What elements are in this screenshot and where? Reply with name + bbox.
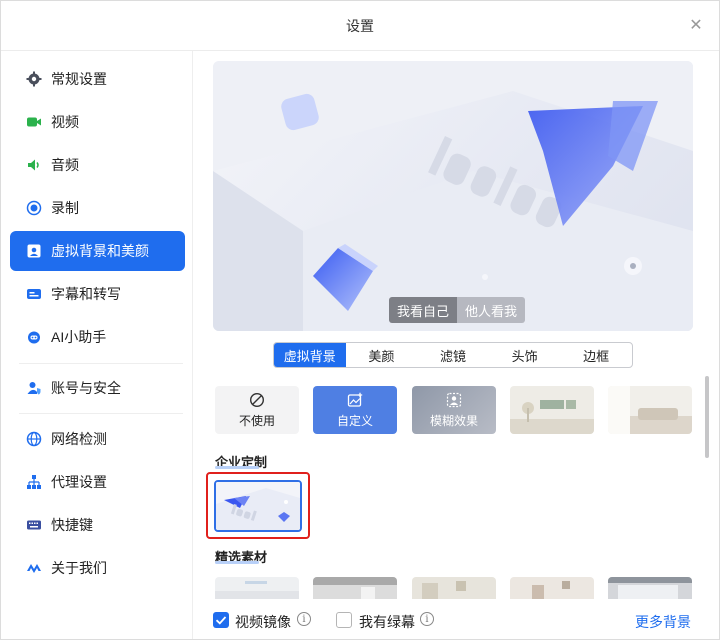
sidebar-item-shortcuts[interactable]: 快捷键 [10, 505, 185, 545]
sidebar-item-label: 音频 [51, 157, 79, 173]
background-blur-option[interactable]: 模糊效果 [412, 386, 496, 434]
enterprise-background-thumbnail[interactable] [214, 480, 302, 532]
section-underline [215, 561, 259, 564]
preview-view-toggle: 我看自己 他人看我 [389, 297, 526, 323]
sidebar-item-label: 网络检测 [51, 431, 107, 447]
background-thumbnail-room-1[interactable] [510, 386, 594, 434]
tab-frame[interactable]: 边框 [560, 343, 632, 367]
feature-tabs: 虚拟背景 美颜 滤镜 头饰 边框 [273, 342, 633, 368]
portrait-icon [26, 243, 42, 259]
tab-filter[interactable]: 滤镜 [417, 343, 489, 367]
video-preview: 我看自己 他人看我 [213, 61, 693, 331]
sidebar-item-label: 字幕和转写 [51, 286, 121, 302]
tab-virtual-background[interactable]: 虚拟背景 [274, 343, 346, 367]
blur-person-icon [446, 392, 462, 407]
scrollbar[interactable] [705, 376, 709, 458]
green-screen-checkbox[interactable] [336, 612, 352, 628]
sidebar-item-subtitles[interactable]: 字幕和转写 [10, 274, 185, 314]
title-bar: 设置 ✕ [1, 1, 719, 51]
featured-thumbnail[interactable] [608, 577, 692, 599]
sidebar-item-label: 录制 [51, 200, 79, 216]
keyboard-icon [26, 517, 42, 533]
featured-thumbnail[interactable] [510, 577, 594, 599]
more-backgrounds-link[interactable]: 更多背景 [635, 612, 691, 632]
close-icon[interactable]: ✕ [687, 16, 705, 34]
sidebar-divider [19, 413, 183, 414]
option-label: 不使用 [238, 413, 275, 428]
tab-beauty[interactable]: 美颜 [346, 343, 418, 367]
globe-icon [26, 431, 42, 447]
sidebar-item-audio[interactable]: 音频 [10, 145, 185, 185]
sidebar-item-label: 快捷键 [51, 517, 93, 533]
add-image-icon [347, 392, 363, 407]
video-mirror-label: 视频镜像 [235, 614, 291, 630]
sidebar-item-recording[interactable]: 录制 [10, 188, 185, 228]
gear-icon [26, 71, 42, 87]
sidebar-item-proxy[interactable]: 代理设置 [10, 462, 185, 502]
info-icon[interactable]: i [420, 612, 434, 626]
sidebar-item-ai-assistant[interactable]: AI小助手 [10, 317, 185, 357]
sidebar-item-label: 代理设置 [51, 474, 107, 490]
sidebar-item-label: 关于我们 [51, 560, 107, 576]
video-camera-icon [26, 114, 42, 130]
featured-thumbnail[interactable] [313, 577, 397, 599]
green-screen-label: 我有绿幕 [359, 614, 415, 630]
window-title: 设置 [346, 17, 374, 34]
sidebar-item-label: 虚拟背景和美颜 [51, 243, 149, 259]
section-underline [215, 466, 259, 469]
speaker-icon [26, 157, 42, 173]
option-label: 自定义 [336, 413, 373, 428]
prohibited-icon [249, 392, 265, 407]
robot-icon [26, 329, 42, 345]
tab-headwear[interactable]: 头饰 [489, 343, 561, 367]
sidebar-item-account-security[interactable]: 账号与安全 [10, 368, 185, 408]
sidebar-item-network-check[interactable]: 网络检测 [10, 419, 185, 459]
settings-window: 设置 ✕ 常规设置 视频 音频 录制 虚拟背景和美颜 字幕和转写 AI小助手 账… [0, 0, 720, 640]
sidebar-item-label: AI小助手 [51, 329, 107, 345]
video-mirror-checkbox[interactable] [213, 612, 229, 628]
featured-thumbnail[interactable] [215, 577, 299, 599]
subtitle-icon [26, 286, 42, 302]
featured-thumbnail[interactable] [412, 577, 496, 599]
option-label: 模糊效果 [429, 413, 478, 428]
info-icon[interactable]: i [297, 612, 311, 626]
sidebar-item-label: 账号与安全 [51, 380, 121, 396]
sidebar-item-label: 常规设置 [51, 71, 107, 87]
self-view-button[interactable]: 我看自己 [389, 297, 458, 323]
checkmark-icon [215, 616, 227, 625]
sidebar-item-about[interactable]: 关于我们 [10, 548, 185, 588]
logo-icon [26, 560, 42, 576]
network-tree-icon [26, 474, 42, 490]
others-view-button[interactable]: 他人看我 [457, 297, 526, 323]
sidebar-divider [19, 363, 183, 364]
background-none-option[interactable]: 不使用 [215, 386, 299, 434]
record-icon [26, 200, 42, 216]
sidebar-item-virtual-background[interactable]: 虚拟背景和美颜 [10, 231, 185, 271]
sidebar-item-video[interactable]: 视频 [10, 102, 185, 142]
sidebar-item-label: 视频 [51, 114, 79, 130]
background-thumbnail-room-2[interactable] [608, 386, 692, 434]
user-shield-icon [26, 380, 42, 396]
background-custom-option[interactable]: 自定义 [313, 386, 397, 434]
sidebar-item-general[interactable]: 常规设置 [10, 59, 185, 99]
sidebar: 常规设置 视频 音频 录制 虚拟背景和美颜 字幕和转写 AI小助手 账号与安全 … [1, 51, 193, 639]
virtual-background-artwork [213, 61, 693, 331]
